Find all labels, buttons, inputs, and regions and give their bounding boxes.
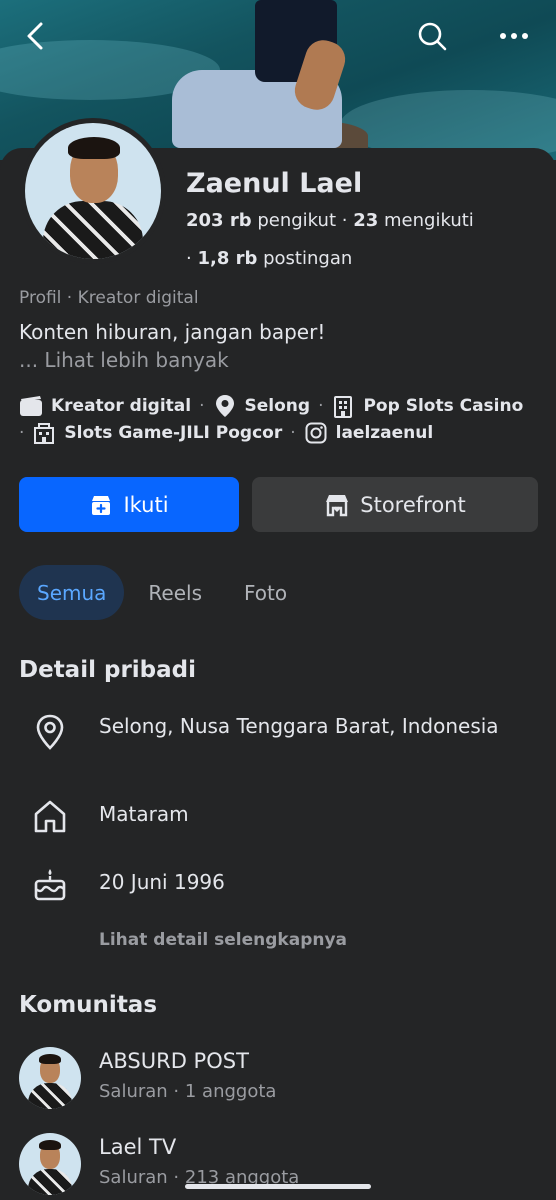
top-bar [0,0,556,72]
detail-location-row: Selong, Nusa Tenggara Barat, Indonesia [30,712,499,752]
profile-meta-row-1: Kreator digital · Selong · Pop Slots Cas… [19,394,544,418]
home-icon [30,796,70,836]
storefront-label: Storefront [360,492,466,517]
office-building-icon [32,421,56,445]
clapperboard-icon [19,394,43,418]
tab-foto[interactable]: Foto [226,565,305,620]
detail-birthday: 20 Juni 1996 [99,870,225,894]
meta-instagram[interactable]: laelzaenul [336,423,434,443]
followers-count[interactable]: 203 rb [186,210,252,231]
tab-semua[interactable]: Semua [19,565,125,620]
followers-label[interactable]: pengikut [257,210,336,231]
location-pin-outline-icon [30,712,70,752]
detail-hometown-row: Mataram [30,796,189,836]
meta-creator: Kreator digital [51,396,192,416]
posts-label: postingan [263,248,353,269]
posts-count: 1,8 rb [197,248,258,269]
community-name: Lael TV [99,1135,177,1159]
profile-name: Zaenul Lael [186,168,363,199]
storefront-icon [326,494,349,516]
page-building-icon [331,394,355,418]
following-label[interactable]: mengikuti [384,210,474,231]
community-name: ABSURD POST [99,1049,249,1073]
location-pin-icon [213,394,237,418]
community-item[interactable]: ABSURD POST Saluran · 1 anggota [19,1047,539,1109]
chevron-left-icon [27,22,43,50]
detail-location: Selong, Nusa Tenggara Barat, Indonesia [99,714,499,738]
follow-button[interactable]: Ikuti [19,477,239,532]
meta-location[interactable]: Selong [245,396,311,416]
community-subtitle: Saluran · 1 anggota [99,1081,277,1102]
profile-meta-row-2: · Slots Game-JILI Pogcor · laelzaenul [19,421,434,445]
community-avatar [19,1047,81,1109]
profile-bio: Konten hiburan, jangan baper! [19,320,326,344]
profile-category: Profil · Kreator digital [19,288,199,308]
community-avatar [19,1133,81,1195]
following-count[interactable]: 23 [353,210,378,231]
follow-stats: 203 rb pengikut · 23 mengikuti [186,210,474,231]
detail-hometown: Mataram [99,802,189,826]
more-icon [500,33,528,39]
birthday-cake-icon [30,864,70,904]
detail-birthday-row: 20 Juni 1996 [30,864,225,904]
home-indicator[interactable] [185,1184,371,1189]
tab-reels[interactable]: Reels [130,565,220,620]
follow-label: Ikuti [123,492,169,517]
more-options-button[interactable] [492,14,536,58]
follow-page-icon [92,495,111,515]
details-title: Detail pribadi [19,657,197,683]
instagram-icon [304,421,328,445]
back-button[interactable] [14,14,58,58]
meta-page-1[interactable]: Pop Slots Casino [363,396,523,416]
search-button[interactable] [410,14,454,58]
post-stats: · 1,8 rb postingan [186,248,353,269]
meta-page-2[interactable]: Slots Game-JILI Pogcor [64,423,282,443]
profile-avatar[interactable] [20,118,166,264]
see-all-details-link[interactable]: Lihat detail selengkapnya [99,930,347,950]
communities-title: Komunitas [19,992,158,1018]
storefront-button[interactable]: Storefront [252,477,538,532]
see-more-link[interactable]: ... Lihat lebih banyak [19,348,229,372]
search-icon [418,22,447,51]
profile-tabs: Semua Reels Foto [19,565,311,620]
